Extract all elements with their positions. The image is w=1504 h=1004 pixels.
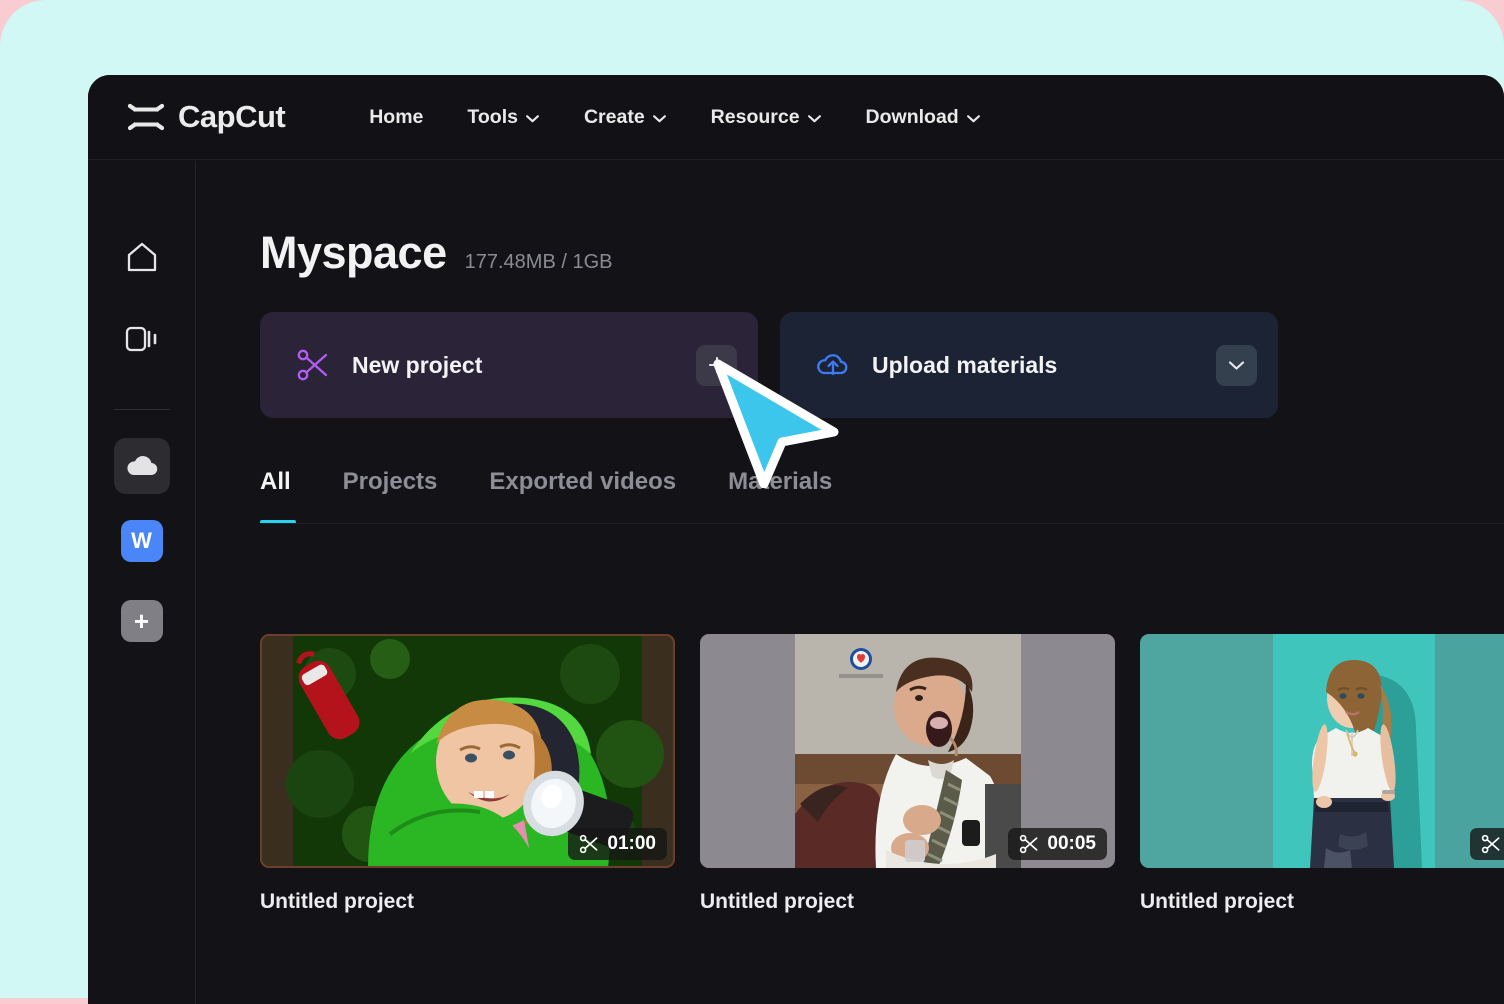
project-thumbnail[interactable]: 00:05 bbox=[700, 634, 1115, 868]
tabs-divider bbox=[260, 523, 1504, 524]
scissors-icon bbox=[1481, 834, 1500, 854]
sidebar-item-home[interactable] bbox=[114, 229, 170, 285]
left-sidebar: W + bbox=[88, 161, 196, 1004]
nav-item-resource[interactable]: Resource bbox=[689, 98, 844, 137]
upload-materials-label: Upload materials bbox=[872, 351, 1058, 378]
woman-on-teal-background-thumbnail bbox=[1140, 634, 1504, 868]
upload-materials-dropdown-button[interactable] bbox=[1216, 344, 1257, 386]
top-navigation-bar: CapCut Home Tools Create Resource Downlo… bbox=[88, 75, 1504, 160]
content-tabs: All Projects Exported videos Materials bbox=[260, 468, 1504, 524]
storage-usage-text: 177.48MB / 1GB bbox=[464, 251, 613, 273]
main-content: Myspace 177.48MB / 1GB New project Uploa… bbox=[197, 161, 1504, 1004]
capcut-logo-icon bbox=[127, 103, 165, 131]
sidebar-item-videos[interactable] bbox=[114, 311, 170, 367]
duration-text: 00:05 bbox=[1047, 833, 1096, 854]
home-icon bbox=[127, 242, 156, 272]
brand-name: CapCut bbox=[178, 99, 286, 134]
chevron-down-icon bbox=[525, 114, 539, 122]
project-card[interactable]: 00:05 Untitled project bbox=[700, 634, 1115, 923]
nav-links: Home Tools Create Resource Download bbox=[347, 98, 1003, 137]
project-card[interactable]: 00: Untitled project bbox=[1140, 634, 1504, 923]
action-buttons-row: New project Upload materials bbox=[260, 312, 1504, 418]
tab-label: Projects bbox=[342, 468, 438, 495]
upload-materials-card[interactable]: Upload materials bbox=[780, 312, 1278, 418]
scissors-icon bbox=[580, 834, 598, 854]
sidebar-divider bbox=[113, 409, 170, 410]
nav-item-label: Download bbox=[865, 105, 959, 128]
project-grid: 01:00 Untitled project 00:05 Untitled pr… bbox=[260, 634, 1504, 923]
project-title: Untitled project bbox=[1140, 890, 1295, 913]
duration-badge: 01:00 bbox=[568, 828, 667, 860]
tab-label: All bbox=[260, 468, 291, 495]
new-project-card[interactable]: New project bbox=[260, 312, 758, 418]
add-workspace-button[interactable]: + bbox=[120, 600, 163, 642]
duration-badge: 00: bbox=[1469, 828, 1504, 860]
nav-item-download[interactable]: Download bbox=[844, 98, 1003, 137]
tab-label: Exported videos bbox=[489, 468, 677, 495]
chevron-down-icon bbox=[966, 114, 980, 122]
nav-item-label: Resource bbox=[710, 105, 800, 128]
plus-icon bbox=[708, 356, 725, 374]
sidebar-item-cloud[interactable] bbox=[113, 438, 170, 494]
chevron-down-icon bbox=[1228, 361, 1245, 370]
project-title: Untitled project bbox=[700, 890, 855, 913]
tab-materials[interactable]: Materials bbox=[728, 468, 832, 524]
scissors-icon bbox=[297, 349, 328, 381]
chevron-down-icon bbox=[652, 114, 666, 122]
new-project-plus-button[interactable] bbox=[696, 344, 737, 386]
nav-item-home[interactable]: Home bbox=[347, 98, 445, 137]
new-project-label: New project bbox=[352, 351, 483, 378]
project-title: Untitled project bbox=[260, 890, 415, 913]
page-title: Myspace bbox=[260, 227, 447, 278]
scissors-icon bbox=[1020, 834, 1038, 854]
tab-projects[interactable]: Projects bbox=[343, 468, 438, 524]
brand-logo[interactable]: CapCut bbox=[126, 97, 286, 137]
project-thumbnail[interactable]: 00: bbox=[1140, 634, 1504, 868]
page-header: Myspace 177.48MB / 1GB bbox=[260, 161, 1504, 279]
duration-badge: 00:05 bbox=[1008, 828, 1107, 860]
tab-exported-videos[interactable]: Exported videos bbox=[489, 468, 676, 524]
duration-text: 01:00 bbox=[607, 833, 656, 854]
project-thumbnail[interactable]: 01:00 bbox=[260, 634, 675, 868]
capcut-app-window: CapCut Home Tools Create Resource Downlo… bbox=[88, 75, 1504, 1004]
nav-item-tools[interactable]: Tools bbox=[445, 98, 562, 137]
project-card[interactable]: 01:00 Untitled project bbox=[260, 634, 675, 923]
nav-item-label: Tools bbox=[467, 105, 518, 128]
nav-item-label: Home bbox=[369, 105, 424, 128]
cloud-upload-icon bbox=[817, 354, 848, 376]
tab-label: Materials bbox=[728, 468, 833, 495]
workspace-badge[interactable]: W bbox=[120, 520, 163, 562]
nav-item-create[interactable]: Create bbox=[562, 98, 689, 137]
tab-all[interactable]: All bbox=[260, 468, 296, 524]
video-slides-icon bbox=[125, 326, 156, 352]
chevron-down-icon bbox=[807, 114, 821, 122]
nav-item-label: Create bbox=[583, 105, 645, 128]
cloud-icon bbox=[126, 456, 157, 476]
